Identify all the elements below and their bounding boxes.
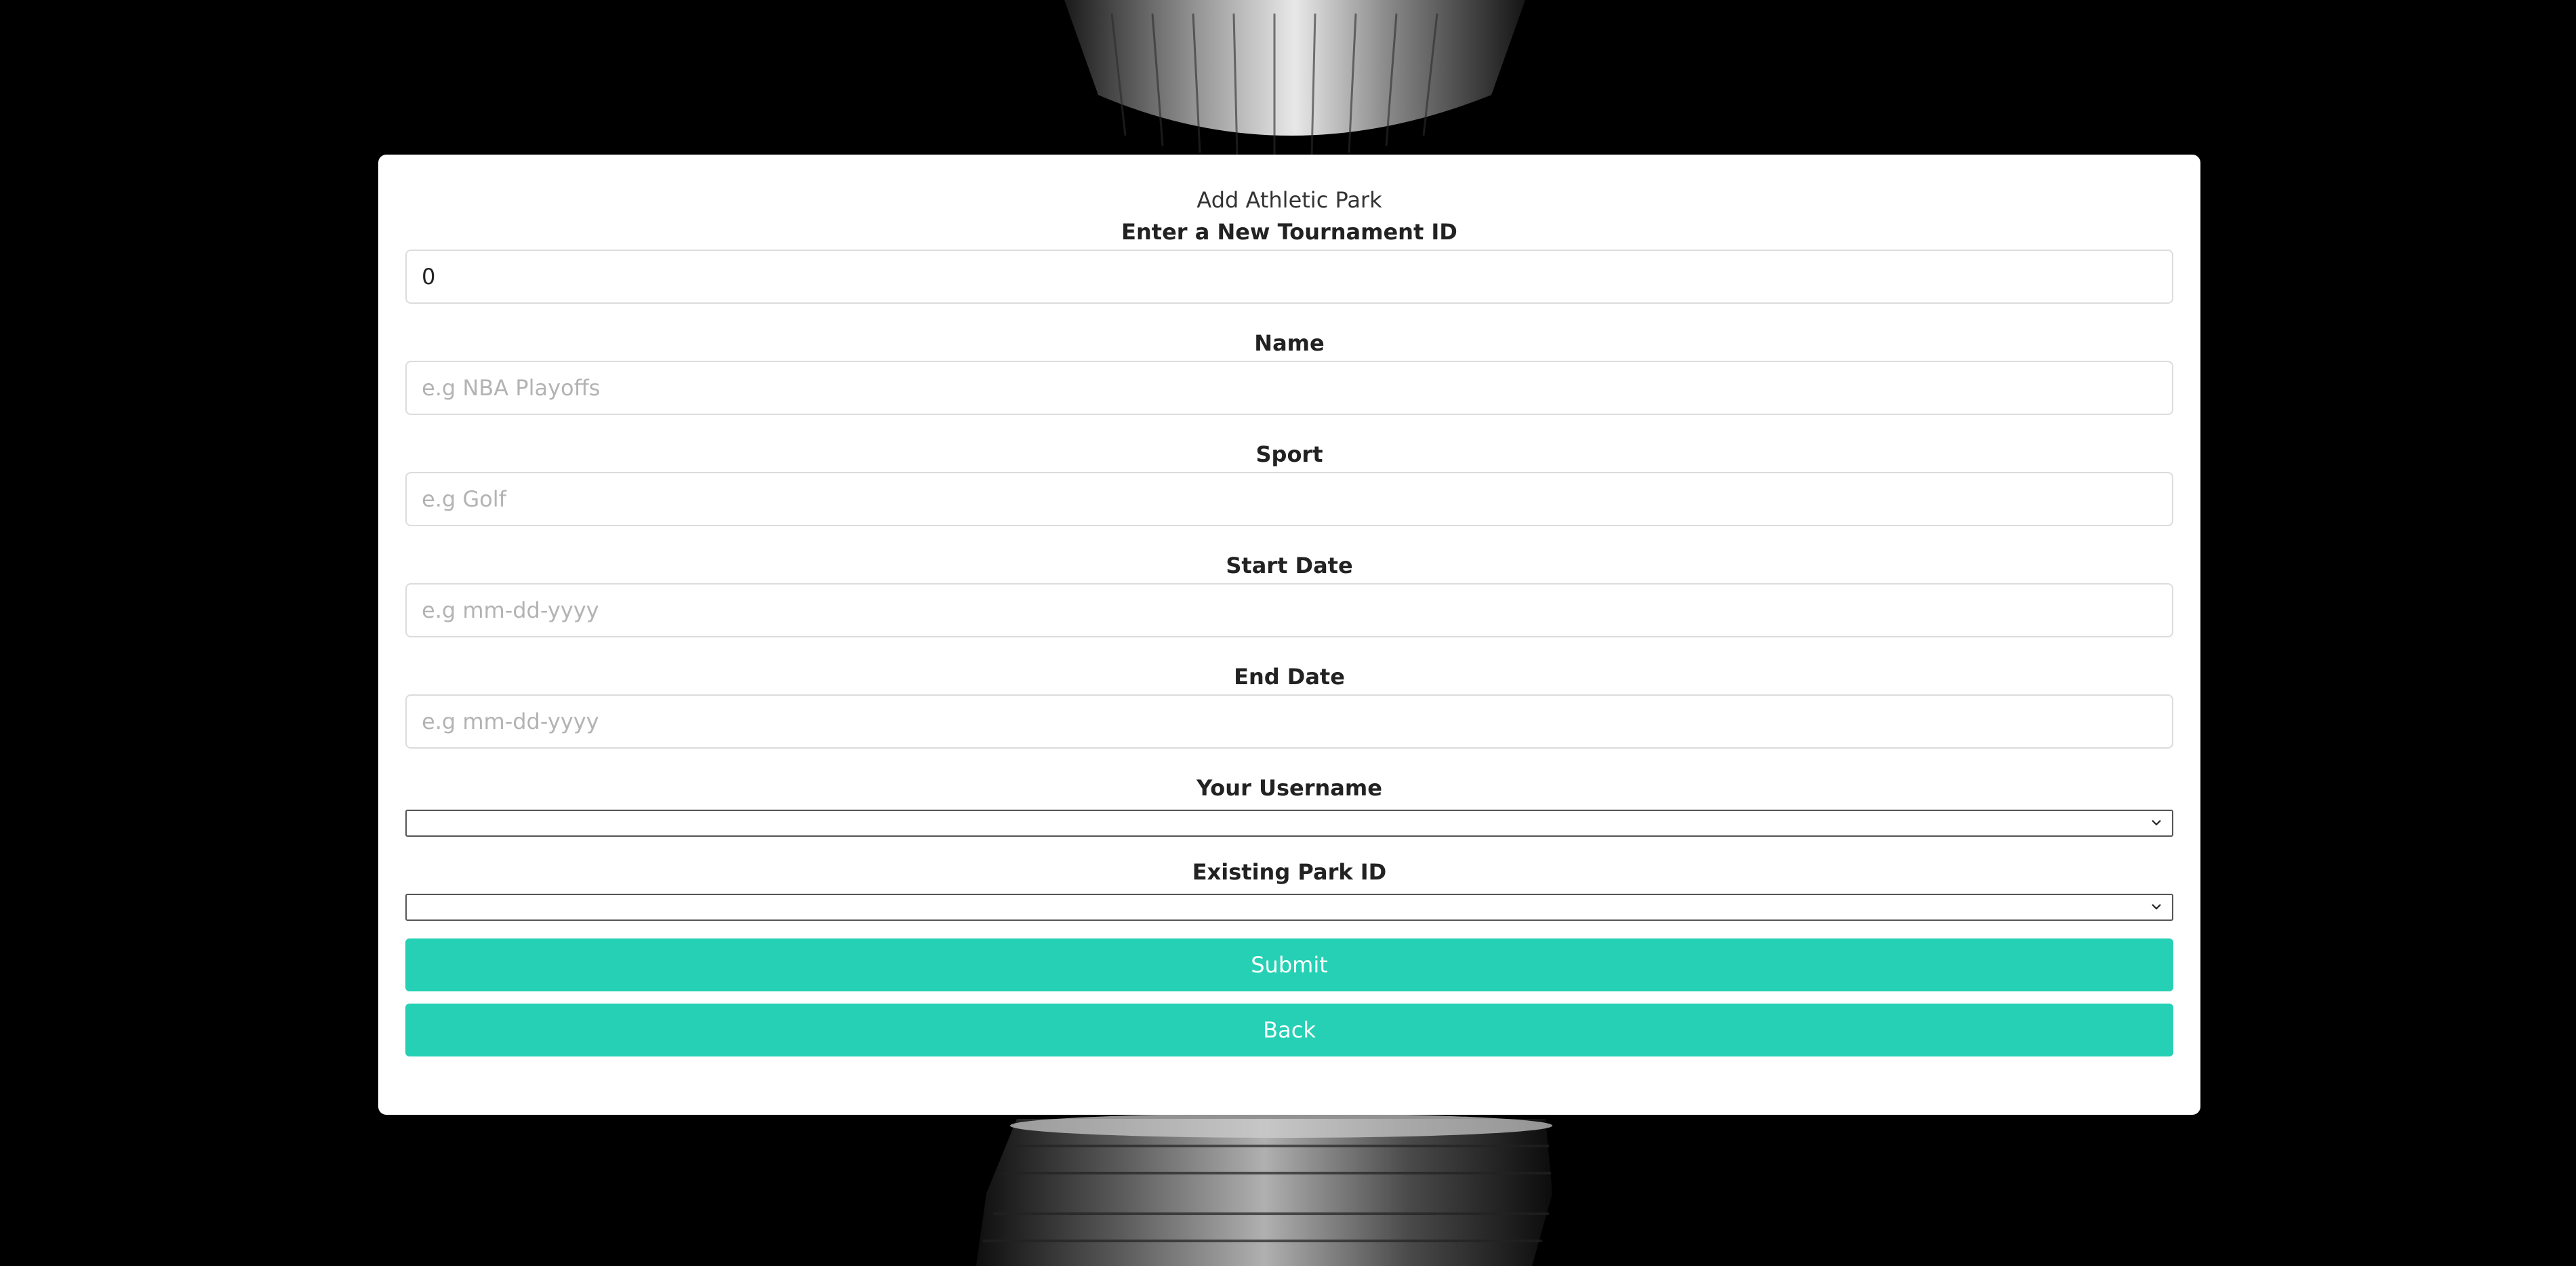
end-date-input[interactable] — [405, 694, 2173, 749]
sport-input[interactable] — [405, 472, 2173, 526]
back-button[interactable]: Back — [405, 1004, 2173, 1056]
tournament-id-label: Enter a New Tournament ID — [1121, 219, 1457, 245]
username-select[interactable] — [407, 811, 2172, 835]
park-id-label: Existing Park ID — [1192, 859, 1387, 885]
name-input[interactable] — [405, 361, 2173, 415]
park-id-select-wrapper — [405, 894, 2173, 921]
park-id-select[interactable] — [407, 895, 2172, 919]
page-background: Add Athletic Park Enter a New Tournament… — [0, 0, 2576, 1266]
sport-label: Sport — [1255, 441, 1323, 467]
add-park-form-card: Add Athletic Park Enter a New Tournament… — [378, 155, 2200, 1115]
username-select-wrapper — [405, 810, 2173, 837]
start-date-input[interactable] — [405, 583, 2173, 637]
form-title: Add Athletic Park — [1196, 187, 1382, 213]
start-date-label: Start Date — [1226, 553, 1353, 578]
submit-button[interactable]: Submit — [405, 938, 2173, 991]
name-label: Name — [1254, 330, 1325, 356]
end-date-label: End Date — [1234, 664, 1345, 690]
tournament-id-input[interactable] — [405, 250, 2173, 304]
username-label: Your Username — [1196, 775, 1382, 801]
